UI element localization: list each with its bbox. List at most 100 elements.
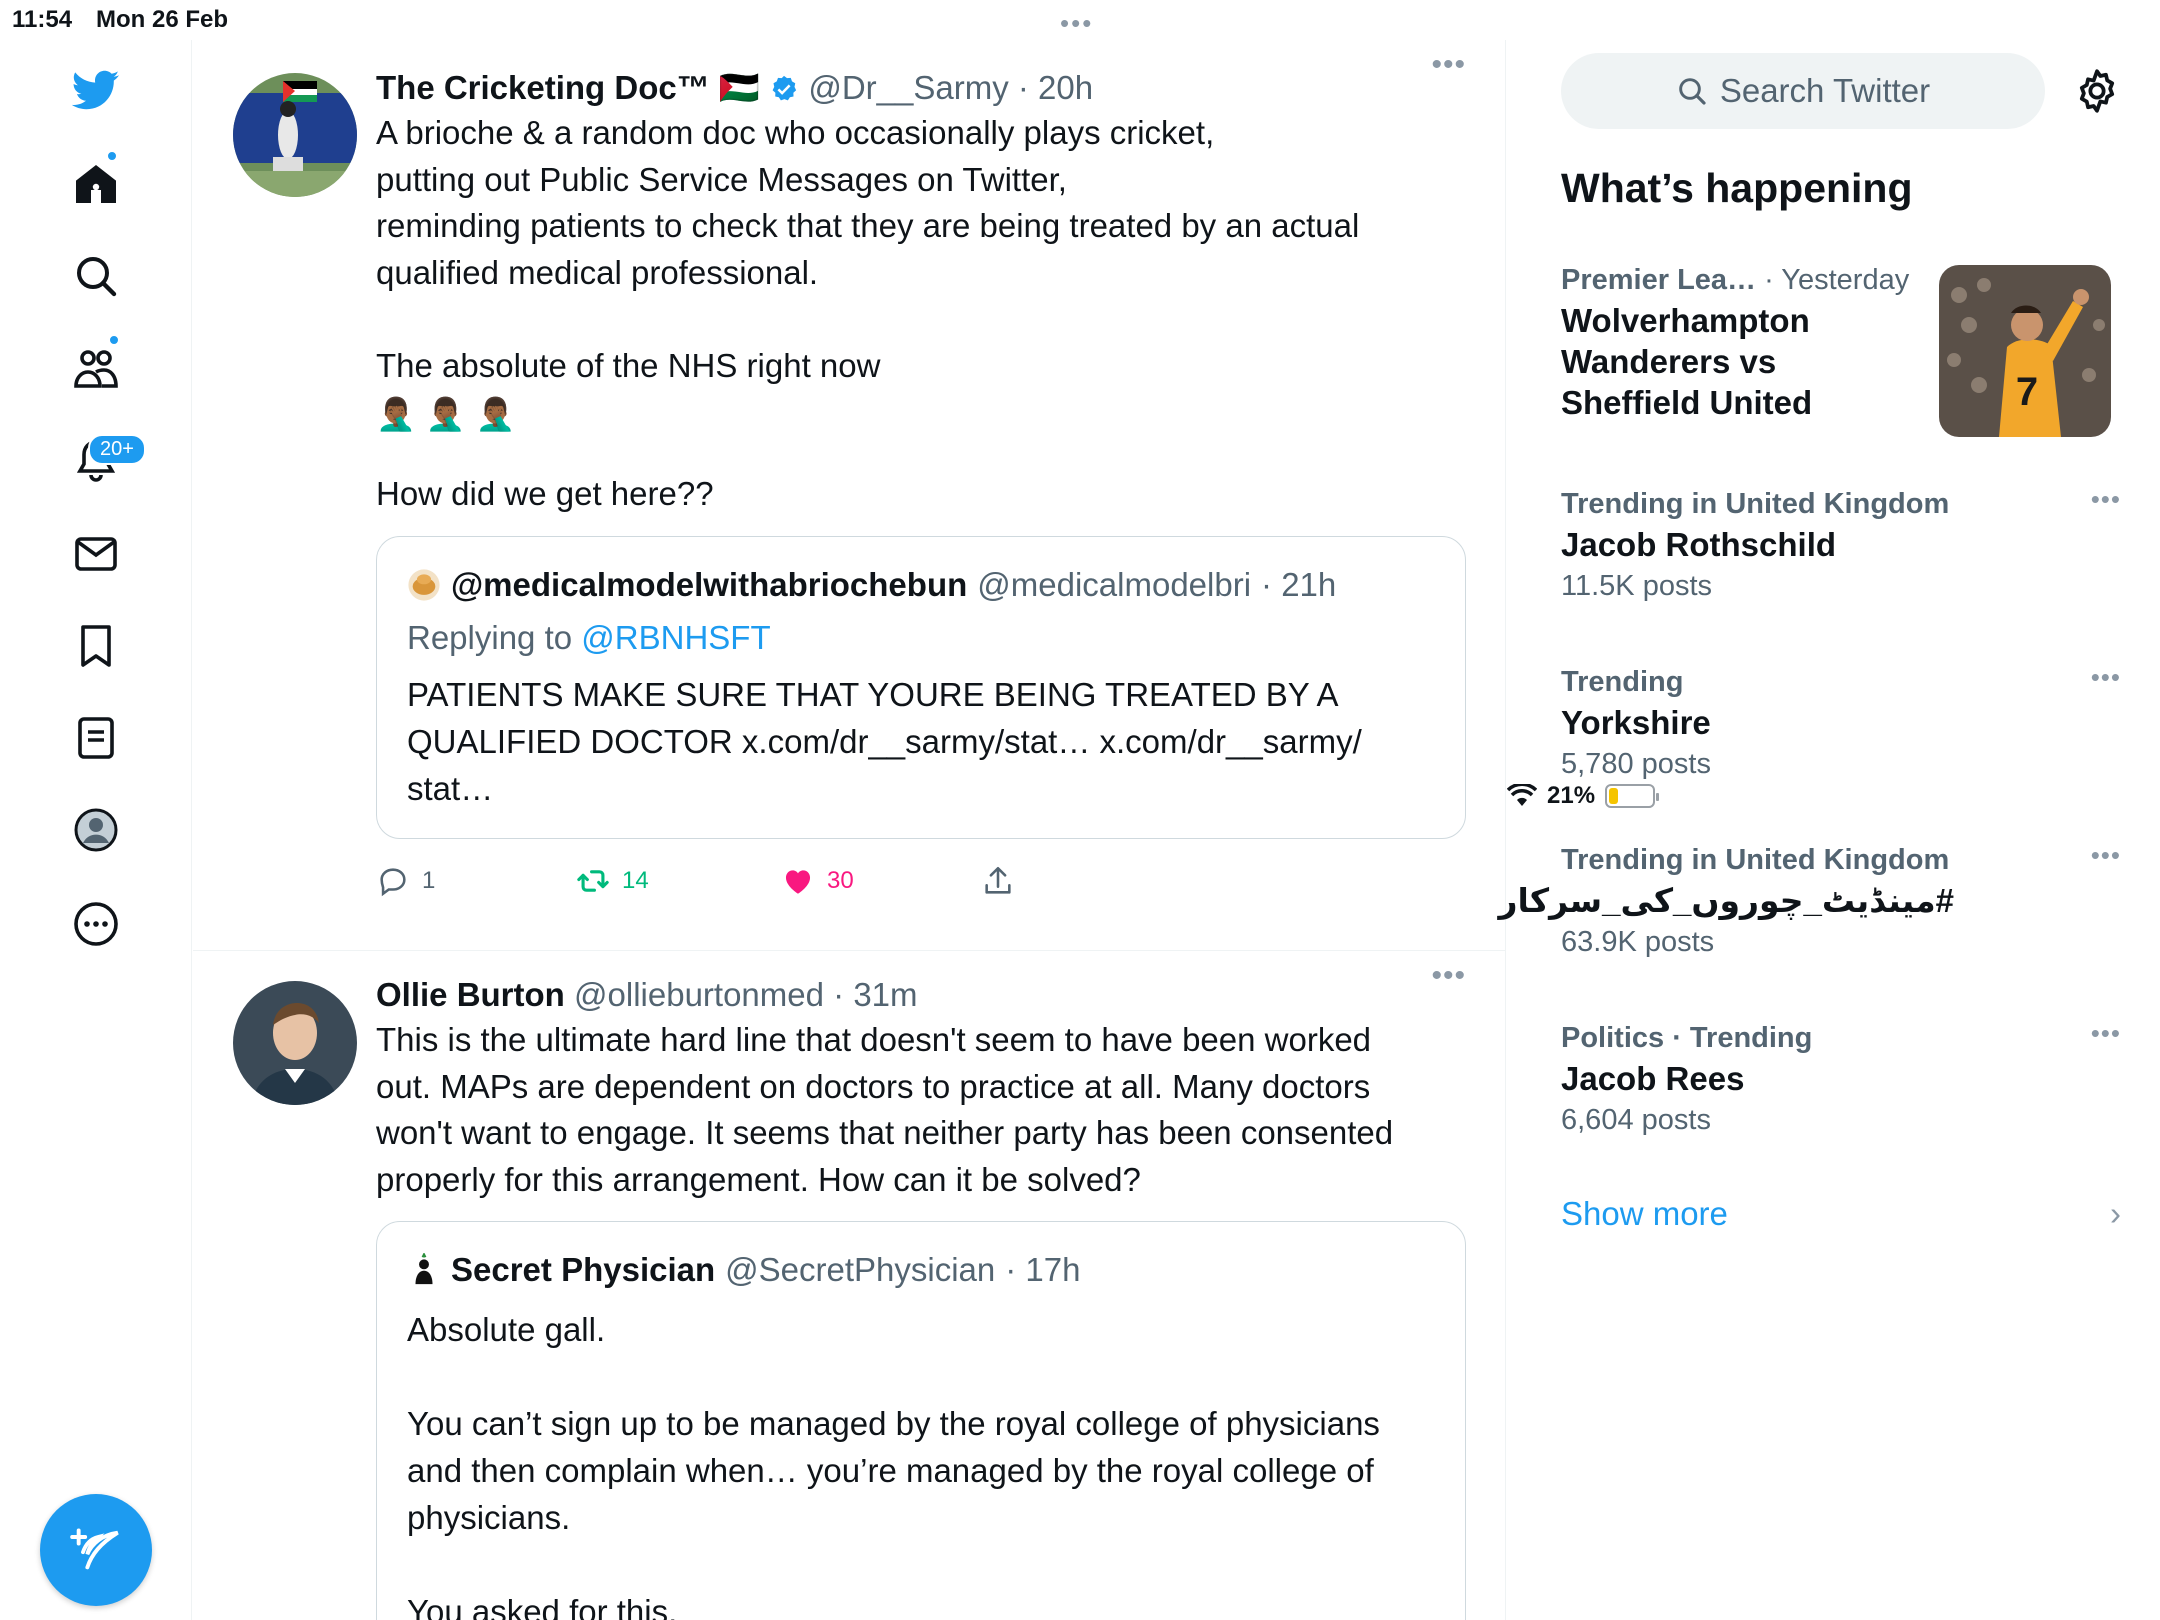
profile-icon — [74, 808, 118, 852]
trend-more-icon[interactable]: ••• — [2091, 840, 2121, 871]
tweet-text: A brioche & a random doc who occasionall… — [376, 114, 1360, 384]
facepalm-emoji: 🤦🏾‍♂️ — [475, 396, 516, 432]
tweet-text-continued: How did we get here?? — [376, 475, 714, 512]
nav-notifications[interactable]: 20+ — [56, 420, 146, 500]
trend-posts: 5,780 posts — [1561, 748, 1711, 780]
trend-meta: Trending — [1561, 666, 1684, 698]
envelope-icon — [75, 537, 117, 571]
trend-thumbnail[interactable]: 7 — [1939, 265, 2111, 437]
reply-button[interactable]: 1 — [376, 864, 576, 898]
cricketer-avatar-image — [233, 73, 357, 197]
share-button[interactable] — [981, 864, 1015, 898]
settings-button[interactable] — [2072, 66, 2122, 116]
tweet-time[interactable]: · 31m — [833, 976, 917, 1013]
trend-item[interactable]: Trending Yorkshire 5,780 posts ••• — [1561, 662, 2121, 785]
tweet[interactable]: The Cricketing Doc™ 🇵🇸 @Dr__Sarmy · 20h … — [193, 40, 1505, 950]
heart-icon — [785, 869, 811, 894]
avatar[interactable] — [233, 981, 357, 1105]
nav-lists[interactable] — [56, 698, 136, 778]
nav-explore[interactable] — [56, 236, 136, 316]
trend-meta: Trending in United Kingdom — [1561, 488, 1950, 520]
author-handle[interactable]: @Dr__Sarmy — [808, 69, 1008, 106]
chevron-right-icon: › — [2110, 1195, 2121, 1232]
facepalm-emoji: 🤦🏾‍♂️ — [425, 396, 466, 432]
trend-title: #مینڈیٹ_چوروں_کی_سرکار — [1498, 882, 1954, 919]
trend-item[interactable]: Trending in United Kingdom #مینڈیٹ_چوروں… — [1498, 840, 2121, 963]
quoted-author-name[interactable]: Secret Physician — [451, 1248, 715, 1292]
notifications-badge: 20+ — [88, 434, 146, 465]
trend-title: Yorkshire — [1561, 704, 1711, 741]
secret-physician-avatar-icon — [408, 1253, 440, 1286]
retweet-count: 14 — [622, 866, 649, 894]
right-sidebar: Search Twitter What’s happening Premier … — [1498, 40, 2160, 1620]
compose-tweet-button[interactable] — [40, 1494, 152, 1606]
author-name[interactable]: Ollie Burton — [376, 976, 565, 1013]
author-name[interactable]: The Cricketing Doc™ — [376, 69, 710, 106]
trend-more-icon[interactable]: ••• — [2091, 662, 2121, 693]
tweet-more-icon[interactable]: ••• — [1431, 48, 1466, 82]
tweet-actions: 1 14 30 — [376, 861, 1456, 901]
like-button[interactable]: 30 — [781, 864, 981, 898]
trend-when: · Yesterday — [1764, 264, 1910, 296]
brioche-avatar-icon — [408, 568, 440, 601]
trend-item[interactable]: Politics · Trending Jacob Rees 6,604 pos… — [1561, 1018, 2121, 1141]
multitasking-dots-icon[interactable]: ••• — [1060, 8, 1093, 39]
trend-meta: Politics · Trending — [1561, 1022, 1813, 1054]
unread-dot — [108, 334, 120, 346]
more-circle-icon — [74, 902, 118, 946]
retweet-button[interactable]: 14 — [576, 864, 781, 898]
trend-title: Jacob Rothschild — [1561, 526, 1837, 563]
trend-category: Premier Lea… — [1561, 264, 1757, 296]
quoted-tweet[interactable]: @medicalmodelwithabriochebun @medicalmod… — [376, 535, 1466, 839]
nav-bookmarks[interactable] — [56, 606, 136, 686]
bookmark-icon — [81, 625, 111, 667]
nav-home[interactable] — [56, 144, 136, 224]
trend-posts: 6,604 posts — [1561, 1104, 1711, 1136]
quoted-tweet-time: · 21h — [1261, 565, 1337, 603]
nav-communities[interactable] — [56, 328, 136, 408]
quoted-tweet-text: Absolute gall. You can’t sign up to be m… — [407, 1311, 1380, 1620]
quoted-tweet[interactable]: Secret Physician @SecretPhysician · 17h … — [376, 1221, 1466, 1620]
trend-posts: 63.9K posts — [1561, 926, 1715, 958]
reply-count: 1 — [422, 866, 436, 894]
tweet-more-icon[interactable]: ••• — [1431, 959, 1466, 993]
show-more-link[interactable]: Show more › — [1561, 1195, 2121, 1233]
reply-icon — [380, 867, 406, 896]
verified-badge-icon — [772, 75, 797, 101]
status-time: 11:54 — [12, 6, 73, 33]
trend-more-icon[interactable]: ••• — [2091, 1018, 2121, 1049]
replying-to-link[interactable]: @RBNHSFT — [581, 619, 770, 656]
author-handle[interactable]: @ollieburtonmed — [574, 976, 824, 1013]
twitter-logo-icon[interactable] — [56, 50, 136, 130]
quoted-author-name[interactable]: @medicalmodelwithabriochebun — [451, 563, 967, 607]
nav-profile[interactable] — [56, 790, 136, 870]
whats-happening-heading: What’s happening — [1561, 165, 1913, 211]
quoted-tweet-time: · 17h — [1005, 1251, 1081, 1288]
bird-icon — [72, 70, 120, 110]
quoted-author-handle[interactable]: @medicalmodelbri — [977, 563, 1251, 607]
left-nav: 20+ — [0, 40, 192, 1620]
share-icon — [985, 866, 1011, 894]
list-icon — [78, 717, 114, 759]
replying-to-label: Replying to — [407, 618, 573, 656]
trend-item[interactable]: Trending in United Kingdom Jacob Rothsch… — [1561, 484, 2121, 607]
unread-dot — [106, 150, 118, 162]
search-placeholder: Search Twitter — [1719, 72, 1931, 109]
nav-more[interactable] — [56, 884, 136, 964]
facepalm-emoji: 🤦🏾‍♂️ — [376, 396, 416, 432]
nav-messages[interactable] — [56, 514, 136, 594]
search-input[interactable]: Search Twitter — [1561, 53, 2045, 129]
retweet-icon — [577, 869, 609, 892]
timeline: The Cricketing Doc™ 🇵🇸 @Dr__Sarmy · 20h … — [193, 40, 1506, 1620]
palestine-flag-emoji: 🇵🇸 — [718, 69, 760, 106]
quoted-author-handle[interactable]: @SecretPhysician — [725, 1248, 995, 1292]
quoted-tweet-text: PATIENTS MAKE SURE THAT YOURE BEING TREA… — [407, 675, 1362, 807]
svg-text:7: 7 — [2016, 370, 2038, 414]
trend-posts: 11.5K posts — [1561, 570, 1713, 602]
trend-meta: Trending in United Kingdom — [1561, 844, 1950, 876]
trend-more-icon[interactable]: ••• — [2091, 484, 2121, 515]
tweet[interactable]: Ollie Burton @ollieburtonmed · 31m This … — [193, 950, 1505, 1620]
avatar[interactable] — [233, 73, 357, 197]
search-icon — [1679, 78, 1706, 105]
tweet-time[interactable]: · 20h — [1018, 69, 1093, 106]
